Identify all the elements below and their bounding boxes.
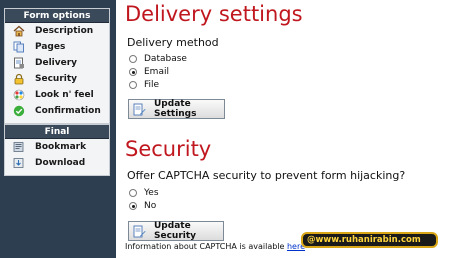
- delivery-icon: [13, 57, 25, 69]
- palette-icon: [13, 89, 25, 101]
- sidebar: Form options Description Pages Delivery …: [0, 0, 116, 258]
- watermark-badge: @www.ruhanirabin.com: [301, 232, 438, 248]
- lock-icon: [13, 73, 25, 85]
- radio-yes[interactable]: [129, 189, 137, 197]
- sidebar-item-label: Security: [35, 74, 78, 84]
- sidebar-item-label: Pages: [35, 42, 66, 52]
- sidebar-item-description[interactable]: Description: [5, 23, 109, 39]
- update-security-button[interactable]: Update Security: [128, 221, 224, 241]
- button-label: Update Settings: [154, 99, 197, 119]
- sidebar-item-look-n-feel[interactable]: Look n' feel: [5, 87, 109, 103]
- form-options-panel: Form options Description Pages Delivery …: [4, 8, 110, 124]
- radio-label: No: [144, 201, 157, 211]
- pages-icon: [13, 41, 25, 53]
- radio-label: Email: [144, 67, 169, 77]
- delivery-option-database[interactable]: Database: [129, 53, 187, 65]
- update-settings-button[interactable]: Update Settings: [128, 99, 225, 119]
- document-edit-icon: [133, 103, 146, 116]
- sidebar-item-pages[interactable]: Pages: [5, 39, 109, 55]
- button-label: Update Security: [154, 221, 197, 241]
- delivery-settings-title: Delivery settings: [125, 2, 303, 26]
- radio-label: File: [144, 80, 160, 90]
- radio-no[interactable]: [129, 202, 137, 210]
- radio-label: Database: [144, 54, 187, 64]
- sidebar-item-download[interactable]: Download: [5, 155, 109, 171]
- radio-label: Yes: [144, 188, 159, 198]
- security-title: Security: [125, 137, 212, 161]
- captcha-info-text: Information about CAPTCHA is available h…: [125, 242, 305, 251]
- sidebar-item-label: Download: [35, 158, 86, 168]
- sidebar-item-security[interactable]: Security: [5, 71, 109, 87]
- sidebar-item-label: Bookmark: [35, 142, 87, 152]
- download-icon: [13, 157, 25, 169]
- final-header: Final: [5, 125, 109, 139]
- document-edit-icon: [133, 225, 146, 238]
- main-content: Delivery settings Delivery method Databa…: [125, 0, 450, 258]
- final-panel: Final Bookmark Download: [4, 124, 110, 176]
- house-icon: [13, 25, 25, 37]
- radio-email[interactable]: [129, 68, 137, 76]
- captcha-option-yes[interactable]: Yes: [129, 187, 159, 199]
- info-prefix: Information about CAPTCHA is available: [125, 242, 287, 251]
- form-options-header: Form options: [5, 9, 109, 23]
- sidebar-item-confirmation[interactable]: Confirmation: [5, 103, 109, 119]
- sidebar-item-delivery[interactable]: Delivery: [5, 55, 109, 71]
- delivery-option-file[interactable]: File: [129, 79, 159, 91]
- radio-database[interactable]: [129, 55, 137, 63]
- delivery-method-label: Delivery method: [127, 36, 219, 49]
- captcha-question: Offer CAPTCHA security to prevent form h…: [127, 169, 406, 182]
- sidebar-item-label: Look n' feel: [35, 90, 94, 100]
- bookmark-icon: [13, 141, 25, 153]
- check-icon: [13, 105, 25, 117]
- sidebar-item-label: Confirmation: [35, 106, 101, 116]
- captcha-option-no[interactable]: No: [129, 200, 156, 212]
- radio-file[interactable]: [129, 81, 137, 89]
- sidebar-item-label: Delivery: [35, 58, 78, 68]
- delivery-option-email[interactable]: Email: [129, 66, 169, 78]
- watermark-text: @www.ruhanirabin.com: [307, 235, 421, 245]
- sidebar-item-label: Description: [35, 26, 94, 36]
- sidebar-item-bookmark[interactable]: Bookmark: [5, 139, 109, 155]
